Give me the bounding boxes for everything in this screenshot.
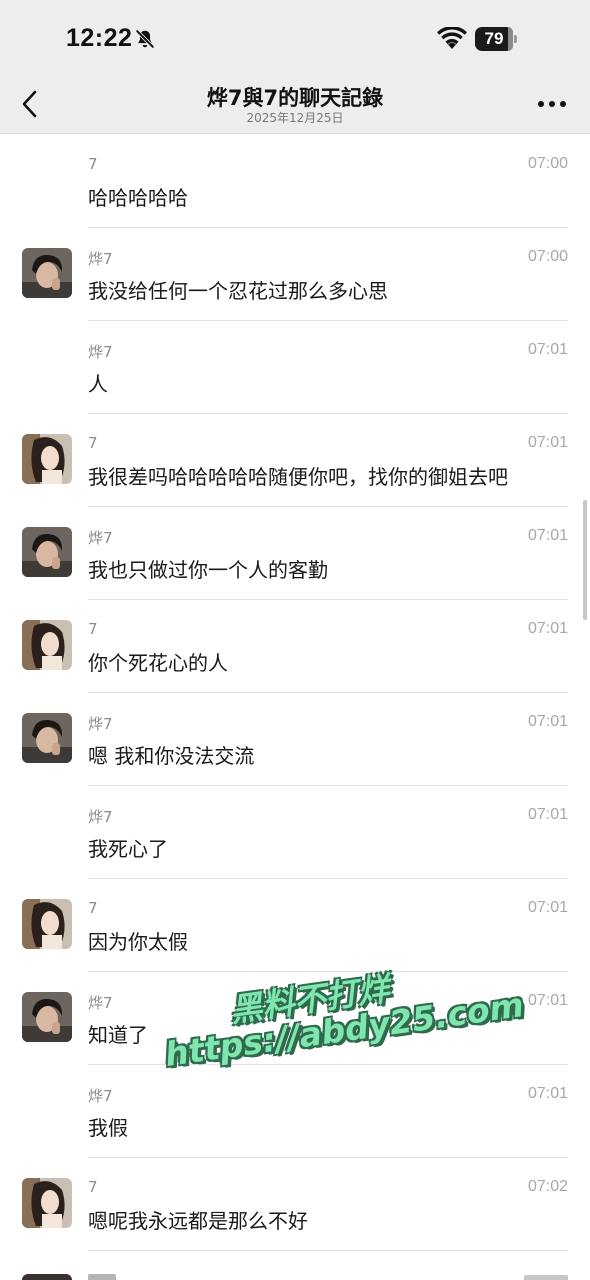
status-time: 12:22: [66, 24, 133, 52]
page-title: 烨7與7的聊天記錄: [206, 86, 384, 110]
wifi-icon: [437, 27, 467, 49]
battery-level: 79: [484, 29, 504, 48]
avatar-sender-ye7[interactable]: [22, 992, 72, 1042]
message-row[interactable]: 烨7 07:01 嗯 我和你没法交流: [0, 693, 590, 786]
avatar-sender-7[interactable]: [22, 620, 72, 670]
message-text: 我假: [88, 1116, 128, 1140]
chat-history-screen: 12:22 79 烨7與7的聊天記錄 2025年12月25日 7 07:00 哈…: [0, 0, 590, 1280]
message-time: 07:00: [527, 155, 568, 172]
battery-indicator: 79: [475, 27, 517, 51]
message-time: 07:01: [527, 899, 568, 916]
message-time: 07:01: [527, 527, 568, 544]
message-time: 07:01: [527, 620, 568, 637]
message-row[interactable]: 7 07:02 嗯呢我永远都是那么不好: [0, 1158, 590, 1251]
message-sender: 烨7: [88, 529, 113, 547]
message-row[interactable]: 烨7 07:00 我没给任何一个忍花过那么多心思: [0, 228, 590, 321]
message-row[interactable]: 烨7 07:01 知道了: [0, 972, 590, 1065]
message-row[interactable]: 烨7 07:01 人: [0, 321, 590, 414]
page-subtitle-date: 2025年12月25日: [246, 111, 344, 125]
scrollbar[interactable]: [583, 500, 587, 620]
message-text: 因为你太假: [88, 930, 188, 954]
message-text: 我没给任何一个忍花过那么多心思: [88, 279, 388, 303]
message-text: 人: [88, 372, 108, 396]
message-text: 我很差吗哈哈哈哈哈随便你吧，找你的御姐去吧: [88, 465, 508, 489]
message-sender: 7: [88, 1178, 98, 1196]
next-row-time-peek: [524, 1275, 568, 1280]
message-sender: 烨7: [88, 994, 113, 1012]
message-time: 07:01: [527, 806, 568, 823]
message-row[interactable]: 烨7 07:01 我假: [0, 1065, 590, 1158]
avatar-sender-7[interactable]: [22, 899, 72, 949]
message-text: 嗯呢我永远都是那么不好: [88, 1209, 308, 1233]
message-sender: 烨7: [88, 1087, 113, 1105]
message-sender: 7: [88, 620, 98, 638]
message-text: 知道了: [88, 1023, 148, 1047]
message-time: 07:01: [527, 713, 568, 730]
message-sender: 烨7: [88, 250, 113, 268]
avatar-sender-ye7[interactable]: [22, 713, 72, 763]
message-text: 我死心了: [88, 837, 168, 861]
message-sender: 烨7: [88, 343, 113, 361]
more-options-icon[interactable]: [534, 92, 570, 116]
avatar-sender-ye7[interactable]: [22, 248, 72, 298]
message-row[interactable]: 7 07:01 你个死花心的人: [0, 600, 590, 693]
next-row-avatar-peek: [22, 1274, 72, 1280]
message-sender: 烨7: [88, 808, 113, 826]
message-row[interactable]: 7 07:01 因为你太假: [0, 879, 590, 972]
message-time: 07:00: [527, 248, 568, 265]
message-time: 07:02: [527, 1178, 568, 1195]
message-row[interactable]: 烨7 07:01 我死心了: [0, 786, 590, 879]
next-row-sender-peek: [88, 1274, 116, 1280]
message-sender: 烨7: [88, 715, 113, 733]
message-row[interactable]: 7 07:01 我很差吗哈哈哈哈哈随便你吧，找你的御姐去吧: [0, 414, 590, 507]
message-row[interactable]: 7 07:00 哈哈哈哈哈: [0, 135, 590, 228]
message-time: 07:01: [527, 341, 568, 358]
avatar-sender-7[interactable]: [22, 434, 72, 484]
row-divider: [88, 1250, 568, 1251]
avatar-sender-7[interactable]: [22, 1178, 72, 1228]
message-row[interactable]: 烨7 07:01 我也只做过你一个人的客勤: [0, 507, 590, 600]
message-text: 我也只做过你一个人的客勤: [88, 558, 328, 582]
message-list[interactable]: 7 07:00 哈哈哈哈哈 烨7 07:00 我没给任何一个忍花过那么多心思 烨7 07:01…: [0, 135, 590, 1251]
message-text: 你个死花心的人: [88, 651, 228, 675]
message-sender: 7: [88, 899, 98, 917]
message-time: 07:01: [527, 434, 568, 451]
avatar-sender-ye7[interactable]: [22, 527, 72, 577]
message-text: 嗯 我和你没法交流: [88, 744, 255, 768]
message-sender: 7: [88, 434, 98, 452]
message-sender: 7: [88, 155, 98, 173]
message-time: 07:01: [527, 992, 568, 1009]
bell-muted-icon: [135, 29, 155, 49]
message-time: 07:01: [527, 1085, 568, 1102]
message-text: 哈哈哈哈哈: [88, 186, 188, 210]
top-bar: 12:22 79 烨7與7的聊天記錄 2025年12月25日: [0, 0, 590, 134]
